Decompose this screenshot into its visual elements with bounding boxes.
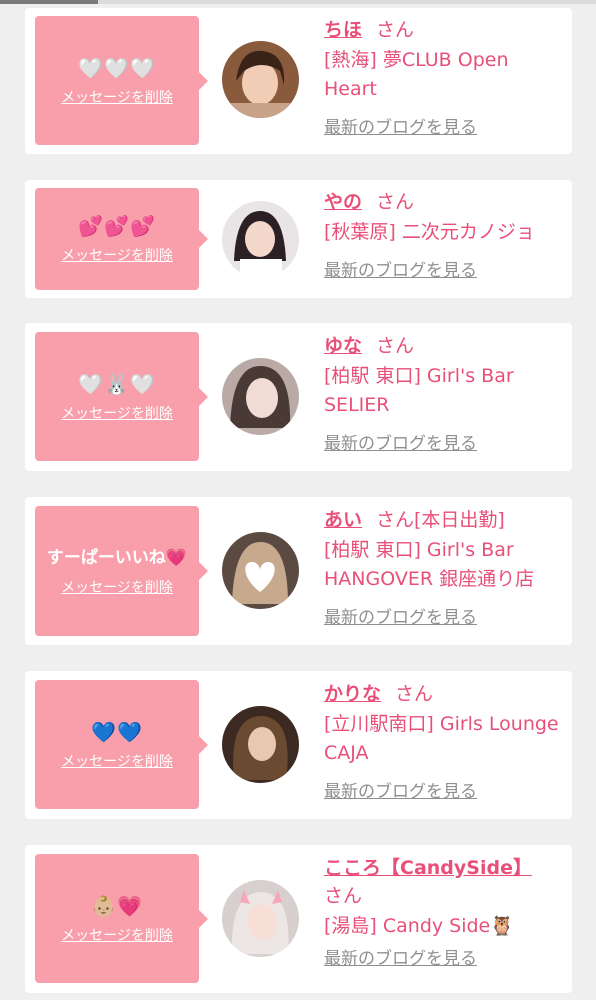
name-link[interactable]: かりな: [324, 683, 381, 705]
message-card: 💙💙 メッセージを削除 かりな さん [立川駅南口] Girls Lounge C…: [25, 671, 572, 819]
shop-name: [柏駅 東口] Girl's Bar HANGOVER 銀座通り店: [324, 539, 535, 590]
name-link[interactable]: あい: [324, 509, 362, 531]
name-suffix: さん: [376, 335, 415, 357]
shop-name: [熱海] 夢CLUB Open Heart: [324, 49, 509, 100]
shop-name: [柏駅 東口] Girl's Bar SELIER: [324, 365, 514, 416]
delete-message-link[interactable]: メッセージを削除: [61, 245, 173, 265]
message-card: 💕💕💕 メッセージを削除 やの さん [秋葉原] 二次元カノジョ 最新のブログを見…: [25, 180, 572, 298]
latest-blog-link[interactable]: 最新のブログを見る: [324, 606, 564, 630]
message-card: すーぱーいいね💗 メッセージを削除 あい さん[本日出勤] [柏駅 東口] Gir…: [25, 497, 572, 645]
message-card: 🤍🐰🤍 メッセージを削除 ゆな さん [柏駅 東口] Girl's Bar SEL…: [25, 323, 572, 471]
message-text: 💕💕💕: [78, 214, 156, 238]
message-card: 🤍🤍🤍 メッセージを削除 ちほ さん [熱海] 夢CLUB Open Heart …: [25, 8, 572, 154]
avatar[interactable]: [222, 358, 299, 435]
name-link[interactable]: ゆな: [324, 335, 362, 357]
message-text: 🤍🐰🤍: [78, 371, 156, 396]
name-link[interactable]: やの: [324, 191, 362, 213]
message-bubble: 🤍🤍🤍 メッセージを削除: [35, 16, 208, 145]
message-list: 🤍🤍🤍 メッセージを削除 ちほ さん [熱海] 夢CLUB Open Heart …: [0, 0, 596, 1000]
avatar[interactable]: [222, 706, 299, 783]
message-bubble: 🤍🐰🤍 メッセージを削除: [35, 332, 208, 461]
delete-message-link[interactable]: メッセージを削除: [61, 751, 173, 771]
delete-message-link[interactable]: メッセージを削除: [61, 87, 173, 107]
name-suffix: さん: [324, 885, 363, 907]
latest-blog-link[interactable]: 最新のブログを見る: [324, 780, 564, 804]
message-text: すーぱーいいね💗: [46, 548, 188, 568]
name-link[interactable]: こころ【CandySide】: [324, 857, 532, 879]
latest-blog-link[interactable]: 最新のブログを見る: [324, 947, 564, 971]
shop-name: [立川駅南口] Girls Lounge CAJA: [324, 713, 559, 764]
shop-name: [秋葉原] 二次元カノジョ: [324, 221, 535, 243]
message-text: 💙💙: [91, 719, 143, 744]
name-suffix: さん: [376, 191, 415, 213]
name-suffix: さん: [376, 19, 415, 41]
avatar[interactable]: [222, 41, 299, 118]
latest-blog-link[interactable]: 最新のブログを見る: [324, 432, 564, 456]
avatar[interactable]: [222, 532, 299, 609]
message-bubble: 👶🏼💗 メッセージを削除: [35, 854, 208, 983]
shop-name: [湯島] Candy Side🦉: [324, 915, 514, 937]
avatar[interactable]: [222, 880, 299, 957]
delete-message-link[interactable]: メッセージを削除: [61, 577, 173, 597]
message-card: 👶🏼💗 メッセージを削除 こころ【CandySide】 さん [湯島] Candy…: [25, 845, 572, 993]
delete-message-link[interactable]: メッセージを削除: [61, 925, 173, 945]
latest-blog-link[interactable]: 最新のブログを見る: [324, 116, 564, 140]
message-text: 🤍🤍🤍: [78, 55, 156, 80]
latest-blog-link[interactable]: 最新のブログを見る: [324, 259, 564, 283]
delete-message-link[interactable]: メッセージを削除: [61, 403, 173, 423]
message-bubble: すーぱーいいね💗 メッセージを削除: [35, 506, 208, 636]
message-text: 👶🏼💗: [91, 893, 143, 918]
name-link[interactable]: ちほ: [324, 19, 362, 41]
message-bubble: 💙💙 メッセージを削除: [35, 680, 208, 809]
name-suffix: さん[本日出勤]: [376, 509, 505, 531]
avatar[interactable]: [222, 201, 299, 278]
message-bubble: 💕💕💕 メッセージを削除: [35, 188, 208, 290]
name-suffix: さん: [395, 683, 434, 705]
